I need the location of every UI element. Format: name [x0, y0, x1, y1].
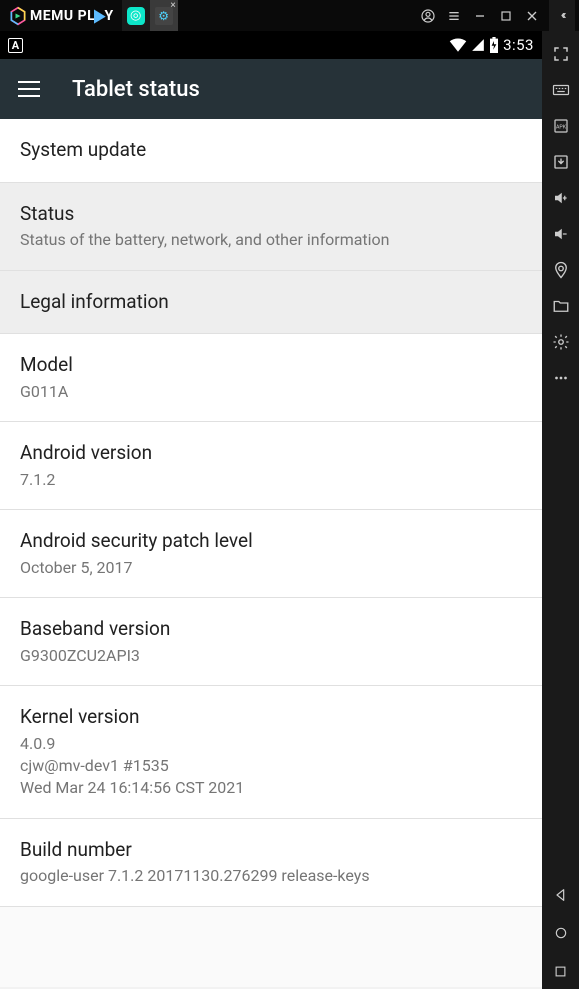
- wifi-icon: [449, 38, 467, 52]
- window-controls: ‹‹‹: [415, 0, 575, 31]
- setting-title: Model: [20, 352, 522, 379]
- setting-title: System update: [20, 137, 522, 164]
- app-indicator-icon: A: [8, 38, 23, 53]
- setting-item[interactable]: System update: [0, 119, 542, 183]
- android-status-bar: A 3:53: [0, 31, 542, 59]
- status-clock: 3:53: [503, 36, 534, 54]
- setting-subtitle: 4.0.9 cjw@mv-dev1 #1535 Wed Mar 24 16:14…: [20, 733, 522, 800]
- window-close-button[interactable]: [519, 3, 545, 29]
- setting-title: Android version: [20, 440, 522, 467]
- setting-title: Kernel version: [20, 704, 522, 731]
- memu-logo-section: MEMU PL▶Y: [4, 6, 114, 26]
- nav-home-button[interactable]: [543, 915, 579, 951]
- nav-recent-button[interactable]: [543, 953, 579, 989]
- setting-title: Build number: [20, 837, 522, 864]
- volume-down-icon[interactable]: [543, 217, 579, 251]
- battery-icon: [489, 37, 499, 53]
- setting-subtitle: 7.1.2: [20, 469, 522, 491]
- taskbar-app-1[interactable]: ◎: [122, 0, 150, 31]
- apk-icon[interactable]: APK: [543, 109, 579, 143]
- volume-up-icon[interactable]: [543, 181, 579, 215]
- window-maximize-button[interactable]: [493, 3, 519, 29]
- taskbar-apps: ◎ ⚙: [122, 0, 178, 31]
- window-minimize-button[interactable]: [467, 3, 493, 29]
- settings-list[interactable]: System update StatusStatus of the battery…: [0, 119, 542, 989]
- setting-subtitle: October 5, 2017: [20, 557, 522, 579]
- page-title: Tablet status: [72, 77, 200, 102]
- setting-title: Status: [20, 201, 522, 228]
- emulator-sidebar: APK: [542, 31, 579, 989]
- sidebar-collapse-button[interactable]: ‹‹‹: [549, 0, 575, 31]
- keyboard-icon[interactable]: [543, 73, 579, 107]
- setting-item[interactable]: Legal information: [0, 271, 542, 335]
- user-icon[interactable]: [415, 3, 441, 29]
- emulator-titlebar: MEMU PL▶Y ◎ ⚙ ‹‹‹: [0, 0, 579, 31]
- setting-item[interactable]: Android version7.1.2: [0, 422, 542, 510]
- location-icon[interactable]: [543, 253, 579, 287]
- folder-icon[interactable]: [543, 289, 579, 323]
- fullscreen-icon[interactable]: [543, 37, 579, 71]
- more-icon[interactable]: [543, 361, 579, 395]
- memu-logo-icon: [8, 6, 28, 26]
- setting-subtitle: G011A: [20, 381, 522, 403]
- cellular-icon: [471, 38, 485, 52]
- svg-text:APK: APK: [555, 124, 566, 130]
- phone-viewport: A 3:53 Tablet status System update Status…: [0, 31, 542, 989]
- setting-item[interactable]: Baseband versionG9300ZCU2API3: [0, 598, 542, 686]
- taskbar-app-settings[interactable]: ⚙: [150, 0, 178, 31]
- setting-subtitle: G9300ZCU2API3: [20, 645, 522, 667]
- setting-title: Legal information: [20, 289, 522, 316]
- hamburger-menu-icon[interactable]: [18, 81, 40, 97]
- app-bar: Tablet status: [0, 59, 542, 119]
- install-icon[interactable]: [543, 145, 579, 179]
- setting-item[interactable]: Android security patch levelOctober 5, 2…: [0, 510, 542, 598]
- menu-lines-icon[interactable]: [441, 3, 467, 29]
- setting-title: Baseband version: [20, 616, 522, 643]
- setting-item[interactable]: Kernel version4.0.9 cjw@mv-dev1 #1535 We…: [0, 686, 542, 819]
- setting-subtitle: google-user 7.1.2 20171130.276299 releas…: [20, 865, 522, 887]
- settings-gear-icon[interactable]: [543, 325, 579, 359]
- setting-item[interactable]: StatusStatus of the battery, network, an…: [0, 183, 542, 271]
- memu-brand-text: MEMU PL▶Y: [30, 8, 114, 24]
- nav-back-button[interactable]: [543, 877, 579, 913]
- setting-title: Android security patch level: [20, 528, 522, 555]
- setting-subtitle: Status of the battery, network, and othe…: [20, 229, 522, 251]
- setting-item[interactable]: ModelG011A: [0, 334, 542, 422]
- setting-item[interactable]: Build numbergoogle-user 7.1.2 20171130.2…: [0, 819, 542, 907]
